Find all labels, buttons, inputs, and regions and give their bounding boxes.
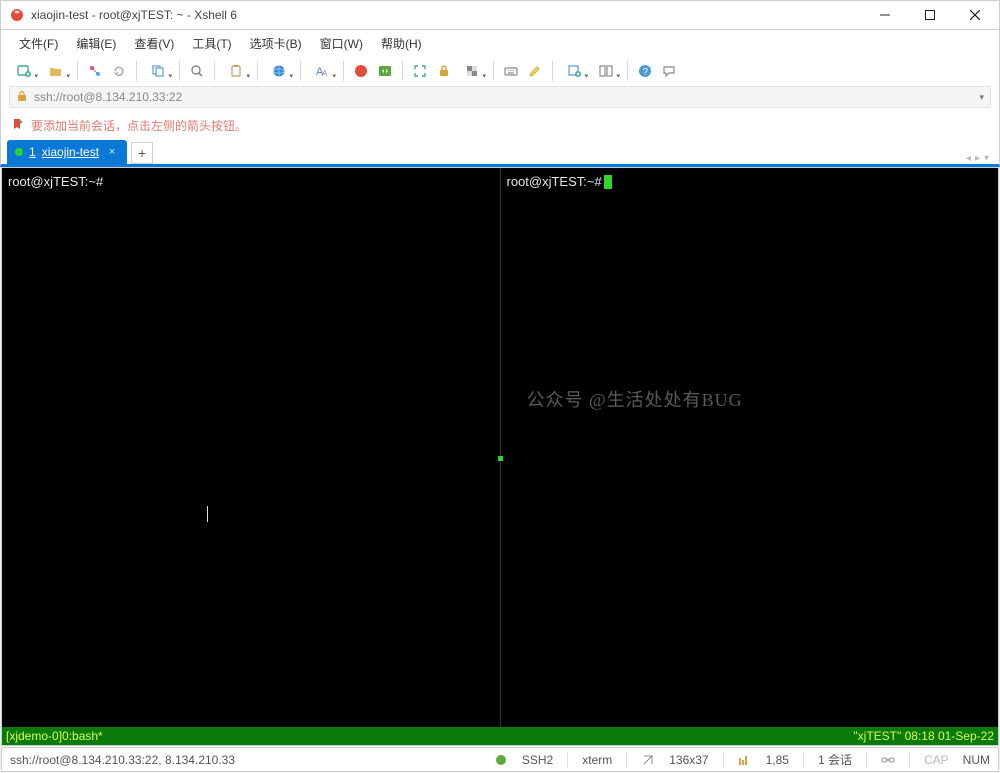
minimize-button[interactable] [862, 1, 907, 29]
menu-file[interactable]: 文件(F) [11, 32, 66, 55]
tab-close-button[interactable]: × [105, 145, 119, 159]
toolbar-separator [552, 61, 553, 81]
svg-text:A: A [322, 69, 328, 78]
status-position: 1,85 [766, 753, 789, 767]
lock-button[interactable] [433, 60, 455, 82]
toolbar: ▾ ▾ ▾ ▾ ▾ AA▾ ▾ ▾ ▾ ? [0, 56, 1000, 86]
pane-divider-indicator[interactable] [498, 456, 503, 461]
status-num: NUM [963, 753, 990, 767]
tip-text: 要添加当前会话，点击左侧的箭头按钮。 [31, 117, 247, 134]
status-separator [866, 752, 867, 768]
address-input[interactable]: ssh://root@8.134.210.33:22 ▾ [9, 86, 991, 108]
session-tab[interactable]: 1 xiaojin-test × [7, 140, 127, 164]
window-titlebar: xiaojin-test - root@xjTEST: ~ - Xshell 6 [0, 0, 1000, 30]
watermark-text: 公众号 @生活处处有BUG [527, 386, 743, 412]
status-sessions: 1 会话 [818, 751, 852, 768]
address-bar: ssh://root@8.134.210.33:22 ▾ [0, 86, 1000, 112]
tab-menu-icon[interactable]: ▾ [984, 153, 989, 164]
terminal-pane-left[interactable]: root@xjTEST:~# [2, 168, 501, 745]
toolbar-separator [343, 61, 344, 81]
tab-index: 1 [29, 145, 36, 159]
bookmark-icon[interactable] [11, 117, 25, 134]
terminal-prompt-left: root@xjTEST:~# [8, 174, 103, 189]
status-size: 136x37 [669, 753, 708, 767]
tile-button[interactable]: ▾ [591, 60, 621, 82]
window-title: xiaojin-test - root@xjTEST: ~ - Xshell 6 [31, 8, 862, 22]
transparency-button[interactable]: ▾ [457, 60, 487, 82]
text-cursor-icon [207, 506, 208, 522]
tab-scroll-left-icon[interactable]: ◂ [966, 153, 971, 164]
menu-help[interactable]: 帮助(H) [373, 32, 430, 55]
reconnect-button[interactable] [108, 60, 130, 82]
menu-tools[interactable]: 工具(T) [184, 32, 239, 55]
menu-edit[interactable]: 编辑(E) [68, 32, 124, 55]
status-separator [626, 752, 627, 768]
toolbar-separator [214, 61, 215, 81]
menu-view[interactable]: 查看(V) [126, 32, 182, 55]
maximize-button[interactable] [907, 1, 952, 29]
status-separator [803, 752, 804, 768]
menu-tabs[interactable]: 选项卡(B) [242, 32, 310, 55]
status-separator [567, 752, 568, 768]
font-button[interactable]: AA▾ [307, 60, 337, 82]
size-icon [641, 753, 655, 767]
status-protocol: SSH2 [522, 753, 553, 767]
tmux-status-bar: [xjdemo-0]0:bash* "xjTEST" 08:18 01-Sep-… [2, 727, 998, 745]
highlighter-button[interactable] [524, 60, 546, 82]
tmux-status-right: "xjTEST" 08:18 01-Sep-22 [853, 729, 994, 743]
address-text: ssh://root@8.134.210.33:22 [34, 90, 182, 104]
close-button[interactable] [952, 1, 997, 29]
copy-button[interactable]: ▾ [143, 60, 173, 82]
paste-button[interactable]: ▾ [221, 60, 251, 82]
toolbar-separator [136, 61, 137, 81]
cursor-block-icon [604, 175, 612, 189]
address-dropdown-icon[interactable]: ▾ [979, 92, 984, 103]
tmux-status-left: [xjdemo-0]0:bash* [6, 729, 103, 743]
keyboard-button[interactable] [500, 60, 522, 82]
status-cap: CAP [924, 753, 949, 767]
status-separator [909, 752, 910, 768]
connection-indicator-icon [15, 148, 23, 156]
xftp-button[interactable] [374, 60, 396, 82]
link-icon [881, 753, 895, 767]
tab-label: xiaojin-test [42, 145, 99, 159]
menubar: 文件(F) 编辑(E) 查看(V) 工具(T) 选项卡(B) 窗口(W) 帮助(… [0, 30, 1000, 56]
open-session-button[interactable]: ▾ [41, 60, 71, 82]
terminal-area: root@xjTEST:~# root@xjTEST:~# 公众号 @生活处处有… [1, 167, 999, 746]
status-connection: ssh://root@8.134.210.33:22, 8.134.210.33 [10, 753, 235, 767]
terminal-pane-right[interactable]: root@xjTEST:~# 公众号 @生活处处有BUG [501, 168, 999, 745]
toolbar-separator [402, 61, 403, 81]
app-icon [9, 7, 25, 23]
toolbar-separator [627, 61, 628, 81]
toolbar-separator [179, 61, 180, 81]
new-session-button[interactable]: ▾ [9, 60, 39, 82]
new-window-button[interactable]: ▾ [559, 60, 589, 82]
svg-text:?: ? [643, 67, 649, 78]
tab-scroll-right-icon[interactable]: ▸ [975, 153, 980, 164]
status-bar: ssh://root@8.134.210.33:22, 8.134.210.33… [1, 747, 999, 772]
terminal-prompt-right: root@xjTEST:~# [507, 174, 602, 189]
tab-scroll-controls: ◂ ▸ ▾ [966, 153, 993, 164]
chat-button[interactable] [658, 60, 680, 82]
add-tab-button[interactable]: + [131, 142, 153, 164]
xshell-icon-button[interactable] [350, 60, 372, 82]
toolbar-separator [257, 61, 258, 81]
tab-strip: 1 xiaojin-test × + ◂ ▸ ▾ [0, 138, 1000, 167]
fullscreen-button[interactable] [409, 60, 431, 82]
status-separator [723, 752, 724, 768]
toolbar-separator [493, 61, 494, 81]
position-icon [738, 753, 752, 767]
toolbar-separator [300, 61, 301, 81]
help-button[interactable]: ? [634, 60, 656, 82]
lock-icon [16, 90, 28, 105]
ssh-icon [494, 753, 508, 767]
globe-button[interactable]: ▾ [264, 60, 294, 82]
disconnect-button[interactable] [84, 60, 106, 82]
menu-window[interactable]: 窗口(W) [312, 32, 371, 55]
status-termtype: xterm [582, 753, 612, 767]
tip-bar: 要添加当前会话，点击左侧的箭头按钮。 [0, 112, 1000, 138]
toolbar-separator [77, 61, 78, 81]
find-button[interactable] [186, 60, 208, 82]
